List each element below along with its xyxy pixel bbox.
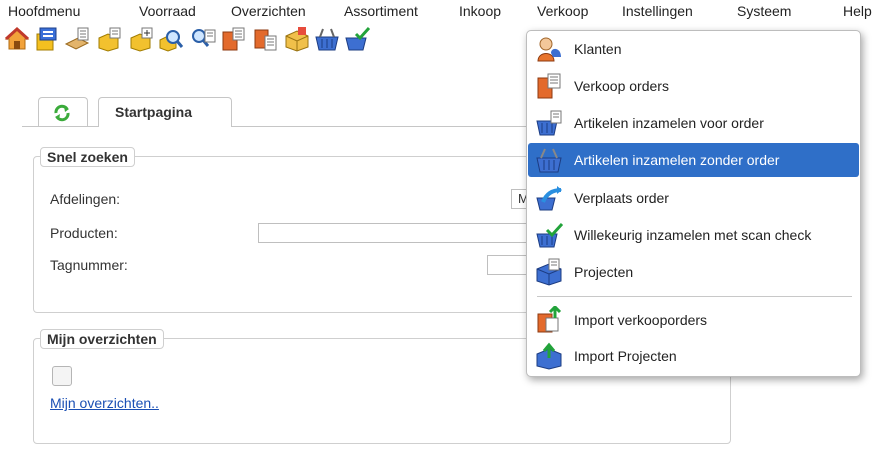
menu-item-label: Import Projecten [574, 348, 677, 364]
menu-item-verkoop-orders[interactable]: Verkoop orders [528, 69, 859, 103]
basket-check-icon[interactable] [344, 26, 370, 52]
import-orders-icon [537, 306, 562, 333]
customers-icon [537, 37, 561, 62]
menu-inkoop[interactable]: Inkoop [459, 3, 501, 19]
menu-separator [537, 296, 852, 297]
import-projects-icon [536, 342, 562, 370]
menu-item-label: Artikelen inzamelen voor order [574, 115, 764, 131]
menu-instellingen[interactable]: Instellingen [622, 3, 693, 19]
tag-label: Tagnummer: [50, 257, 128, 273]
menu-item-verplaats-order[interactable]: Verplaats order [528, 181, 859, 215]
menu-overzichten[interactable]: Overzichten [231, 3, 306, 19]
warehouse-icon[interactable] [34, 26, 60, 52]
menu-item-projecten[interactable]: Projecten [528, 255, 859, 289]
menu-item-label: Verplaats order [574, 190, 669, 206]
menu-item-klanten[interactable]: Klanten [528, 32, 859, 66]
quick-search-legend: Snel zoeken [40, 147, 135, 167]
menu-item-inzamelen-zonder-order[interactable]: Artikelen inzamelen zonder order [528, 143, 859, 177]
my-overviews-link[interactable]: Mijn overzichten.. [50, 395, 159, 411]
sales-order-icon [537, 73, 561, 99]
products-input[interactable] [258, 223, 539, 243]
menu-item-import-projecten[interactable]: Import Projecten [528, 339, 859, 373]
menu-item-label: Projecten [574, 264, 634, 280]
projects-icon [536, 258, 562, 286]
products-label: Producten: [50, 225, 118, 241]
refresh-icon [54, 104, 70, 122]
menu-assortiment[interactable]: Assortiment [344, 3, 418, 19]
box-icon[interactable] [284, 26, 310, 52]
basket-icon [536, 148, 562, 173]
menu-hoofdmenu[interactable]: Hoofdmenu [8, 3, 80, 19]
menu-item-label: Klanten [574, 41, 622, 57]
tab-startpagina[interactable]: Startpagina [98, 97, 232, 128]
order-icon[interactable] [220, 26, 246, 52]
product-icon[interactable] [96, 26, 122, 52]
menu-help[interactable]: Help [843, 3, 872, 19]
home-icon[interactable] [4, 26, 30, 52]
pallet-icon[interactable] [64, 26, 90, 52]
basket-icon[interactable] [314, 26, 340, 52]
menu-item-import-verkooporders[interactable]: Import verkooporders [528, 303, 859, 337]
tab-startpagina-label: Startpagina [115, 104, 193, 120]
menu-systeem[interactable]: Systeem [737, 3, 791, 19]
product-add-icon[interactable] [128, 26, 154, 52]
tab-refresh[interactable] [38, 97, 88, 126]
menu-voorraad[interactable]: Voorraad [139, 3, 196, 19]
verkoop-dropdown: Klanten Verkoop orders Artikelen inzamel… [526, 30, 861, 377]
menu-item-label: Import verkooporders [574, 312, 708, 328]
move-order-icon [536, 186, 562, 211]
menu-item-inzamelen-voor-order[interactable]: Artikelen inzamelen voor order [528, 106, 859, 140]
menubar: Hoofdmenu Voorraad Overzichten Assortime… [0, 0, 874, 22]
basket-check-icon [536, 222, 563, 248]
menu-item-label: Willekeurig inzamelen met scan check [574, 227, 812, 243]
departments-label: Afdelingen: [50, 191, 121, 207]
search-icon[interactable] [158, 26, 184, 52]
order-edit-icon[interactable] [252, 26, 278, 52]
basket-order-icon [536, 110, 562, 136]
search-doc-icon[interactable] [190, 26, 216, 52]
menu-item-willekeurig-inzamelen[interactable]: Willekeurig inzamelen met scan check [528, 218, 859, 252]
overview-checkbox[interactable] [52, 366, 72, 386]
my-overviews-legend: Mijn overzichten [40, 329, 164, 349]
menu-item-label: Verkoop orders [574, 78, 669, 94]
menu-verkoop[interactable]: Verkoop [537, 3, 588, 19]
menu-item-label: Artikelen inzamelen zonder order [574, 152, 780, 168]
